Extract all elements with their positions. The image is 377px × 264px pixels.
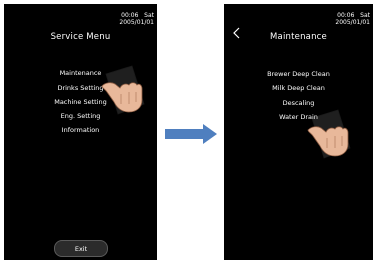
status-date: 2005/01/01 [119, 19, 154, 26]
tap-hand-icon [101, 65, 145, 115]
status-bar: 00:06 Sat 2005/01/01 [335, 12, 370, 26]
menu-item-information[interactable]: Information [4, 126, 157, 134]
status-bar: 00:06 Sat 2005/01/01 [119, 12, 154, 26]
page-title: Service Menu [50, 32, 111, 42]
service-menu-screen: 00:06 Sat 2005/01/01 Service Menu Mainte… [4, 4, 157, 260]
page-title: Maintenance [270, 32, 327, 42]
tap-hand-icon [307, 109, 351, 159]
status-day: Sat [144, 12, 154, 19]
status-date: 2005/01/01 [335, 19, 370, 26]
menu-item-brewer-deep-clean[interactable]: Brewer Deep Clean [224, 70, 373, 78]
maintenance-screen: 00:06 Sat 2005/01/01 Maintenance Brewer … [224, 4, 373, 260]
status-time: 00:06 [337, 12, 355, 19]
menu-item-milk-deep-clean[interactable]: Milk Deep Clean [224, 84, 373, 92]
status-time: 00:06 [121, 12, 139, 19]
menu-item-descaling[interactable]: Descaling [224, 99, 373, 107]
exit-button[interactable]: Exit [54, 240, 108, 257]
status-day: Sat [360, 12, 370, 19]
right-arrow-icon [165, 124, 217, 144]
